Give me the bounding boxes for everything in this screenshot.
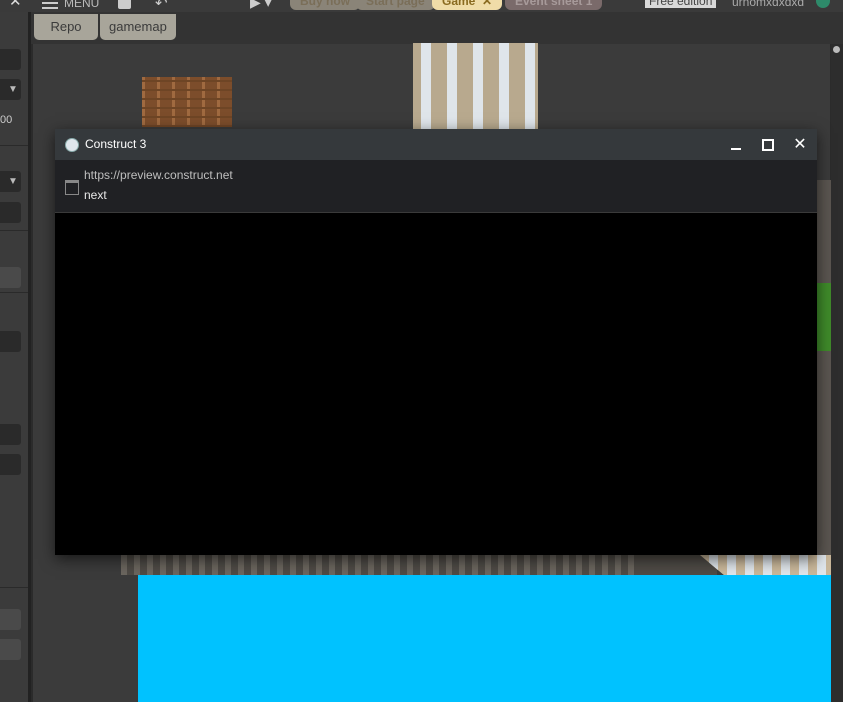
tab-game[interactable]: Game ✕ — [432, 0, 503, 10]
window-titlebar[interactable]: Construct 3 ✕ — [55, 129, 817, 160]
edition-badge: Free edition — [645, 0, 717, 8]
avatar-icon[interactable] — [816, 0, 830, 8]
tab-close-icon[interactable]: ✕ — [482, 0, 492, 8]
tab-repo[interactable]: Repo — [34, 14, 98, 40]
property-value[interactable]: 00 — [0, 114, 12, 126]
minimize-icon — [731, 148, 741, 150]
game-viewport[interactable] — [55, 213, 817, 555]
property-field[interactable] — [0, 49, 21, 70]
vertical-scrollbar[interactable] — [831, 44, 843, 702]
divider — [0, 145, 28, 146]
lock-icon[interactable] — [118, 0, 131, 9]
preview-window: Construct 3 ✕ https://preview.construct.… — [55, 129, 817, 555]
divider — [0, 230, 28, 231]
property-field[interactable] — [0, 267, 21, 288]
sky-background[interactable] — [138, 575, 831, 702]
username[interactable]: urnomxdxdxd — [732, 0, 804, 9]
play-icon[interactable]: ▶ ▾ — [250, 0, 272, 11]
menu-label[interactable]: MENU — [64, 0, 99, 10]
url-text: https://preview.construct.net — [84, 168, 233, 182]
property-field[interactable] — [0, 454, 21, 475]
stone-ground-sprite[interactable] — [121, 555, 637, 575]
property-field[interactable] — [0, 331, 21, 352]
property-field[interactable] — [0, 609, 21, 630]
tab-event-sheet[interactable]: Event sheet 1 — [505, 0, 603, 10]
tab-game-label: Game — [442, 0, 476, 8]
maximize-button[interactable] — [757, 134, 779, 156]
divider — [0, 292, 28, 293]
grass-sprite[interactable] — [817, 283, 831, 351]
site-info-icon[interactable] — [65, 180, 79, 195]
close-button[interactable]: ✕ — [789, 134, 811, 156]
property-field[interactable] — [0, 424, 21, 445]
brick-sprite[interactable] — [142, 77, 232, 127]
property-dropdown[interactable]: ▼ — [0, 79, 21, 100]
undo-icon[interactable]: ↶ — [155, 0, 168, 12]
properties-panel: ▼ 00 ▼ — [0, 12, 31, 702]
chevron-down-icon: ▼ — [8, 176, 18, 187]
layout-tab-bar: Repo gamemap — [31, 12, 843, 44]
construct-logo-icon — [65, 138, 79, 152]
chevron-down-icon: ▼ — [8, 84, 18, 95]
address-bar: https://preview.construct.net next — [55, 160, 817, 213]
tab-gamemap[interactable]: gamemap — [100, 14, 176, 40]
minimize-button[interactable] — [725, 134, 747, 156]
building-sprite[interactable] — [413, 43, 538, 129]
property-field[interactable] — [0, 639, 21, 660]
menu-icon[interactable] — [42, 0, 58, 9]
window-title: Construct 3 — [85, 137, 147, 151]
main-toolbar: ✕ MENU ↶ ▶ ▾ Buy now Start page Game ✕ E… — [0, 0, 843, 12]
scroll-thumb[interactable] — [833, 46, 840, 53]
divider — [0, 587, 28, 588]
tab-buy-now[interactable]: Buy now — [290, 0, 360, 10]
property-dropdown[interactable]: ▼ — [0, 171, 21, 192]
tab-start-page[interactable]: Start page — [356, 0, 435, 10]
property-field[interactable] — [0, 202, 21, 223]
page-title: next — [84, 188, 107, 202]
close-icon[interactable]: ✕ — [9, 0, 22, 9]
maximize-icon — [762, 139, 774, 151]
